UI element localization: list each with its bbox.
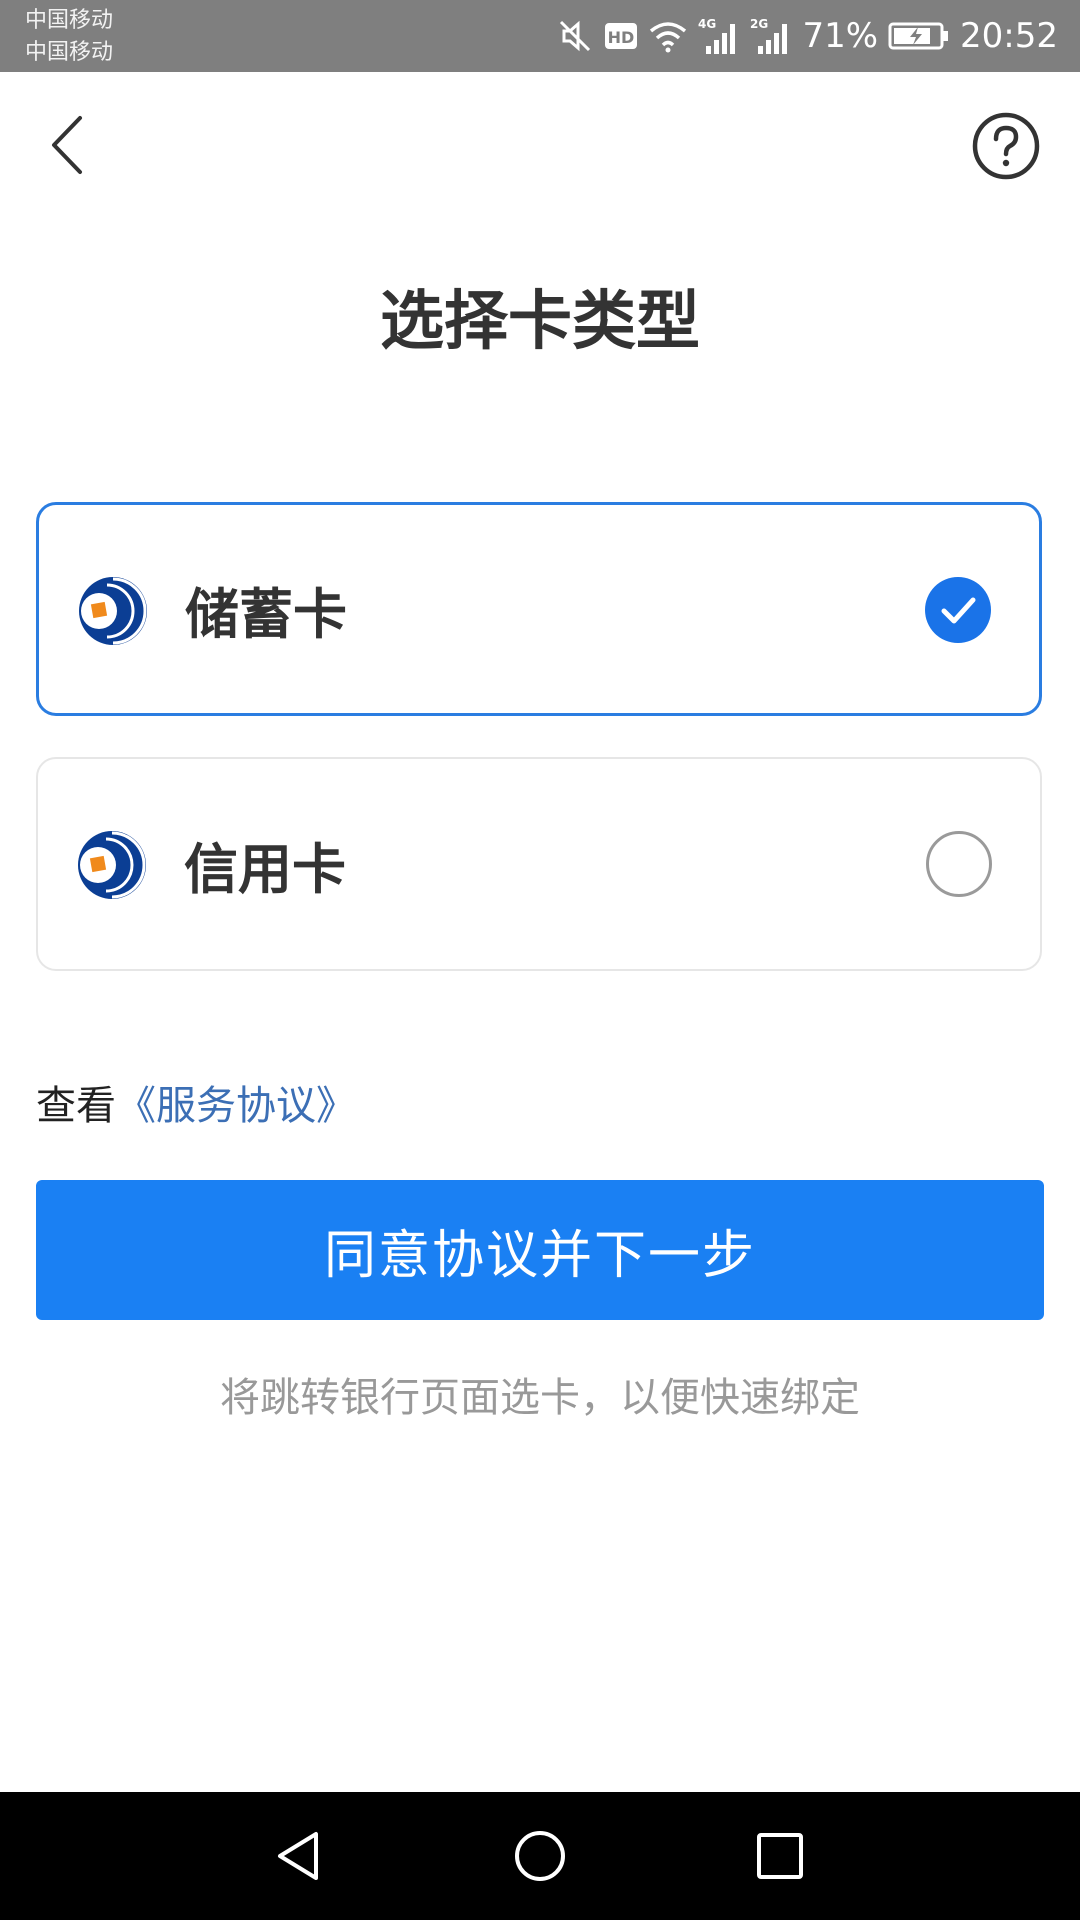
nav-recent-button[interactable] <box>740 1816 820 1896</box>
navigation-bar <box>0 1792 1080 1920</box>
card-label-debit: 储蓄卡 <box>185 582 347 646</box>
svg-text:2G: 2G <box>750 17 768 31</box>
battery-charging-icon <box>888 21 950 51</box>
card-label-credit: 信用卡 <box>184 837 346 901</box>
status-icons: HD 4G 2G 71% 20:52 <box>556 0 1058 72</box>
redirect-hint: 将跳转银行页面选卡，以便快速绑定 <box>220 1375 860 1421</box>
mute-icon <box>556 17 594 55</box>
clock: 20:52 <box>960 16 1058 56</box>
bank-logo-icon <box>78 831 146 899</box>
radio-checked[interactable] <box>925 577 991 643</box>
screen: 中国移动 中国移动 HD 4G 2G 71% 20:52 选择卡类型 储蓄卡 信… <box>0 0 1080 1920</box>
nav-recent-icon <box>757 1833 803 1879</box>
chevron-left-icon <box>52 116 82 174</box>
wifi-icon <box>648 19 688 53</box>
nav-home-icon <box>515 1831 565 1881</box>
status-bar: 中国移动 中国移动 HD 4G 2G 71% 20:52 <box>0 0 1080 72</box>
carrier-1: 中国移动 <box>25 8 114 33</box>
agree-next-button[interactable]: 同意协议并下一步 <box>36 1180 1044 1320</box>
nav-back-icon <box>278 1832 318 1880</box>
battery-percent: 71% <box>802 16 879 56</box>
signal-2g-icon: 2G <box>750 16 792 56</box>
carrier-2: 中国移动 <box>25 40 114 65</box>
page-title: 选择卡类型 <box>380 285 700 359</box>
agreement-prefix: 查看 <box>36 1083 116 1129</box>
signal-4g-icon: 4G <box>698 16 740 56</box>
check-icon <box>941 597 976 624</box>
question-circle-icon <box>972 112 1040 180</box>
nav-home-button[interactable] <box>500 1816 580 1896</box>
hd-icon: HD <box>604 22 638 50</box>
radio-unchecked[interactable] <box>926 831 992 897</box>
svg-text:4G: 4G <box>698 17 716 31</box>
help-button[interactable] <box>970 110 1042 182</box>
service-agreement-link[interactable]: 《服务协议》 <box>116 1083 356 1129</box>
svg-text:HD: HD <box>608 28 635 47</box>
nav-back-button[interactable] <box>260 1816 340 1896</box>
bank-logo-icon <box>79 577 147 645</box>
card-option-debit[interactable]: 储蓄卡 <box>36 502 1042 716</box>
card-option-credit[interactable]: 信用卡 <box>36 757 1042 971</box>
agreement-line: 查看《服务协议》 <box>36 1078 356 1134</box>
back-button[interactable] <box>38 110 94 180</box>
